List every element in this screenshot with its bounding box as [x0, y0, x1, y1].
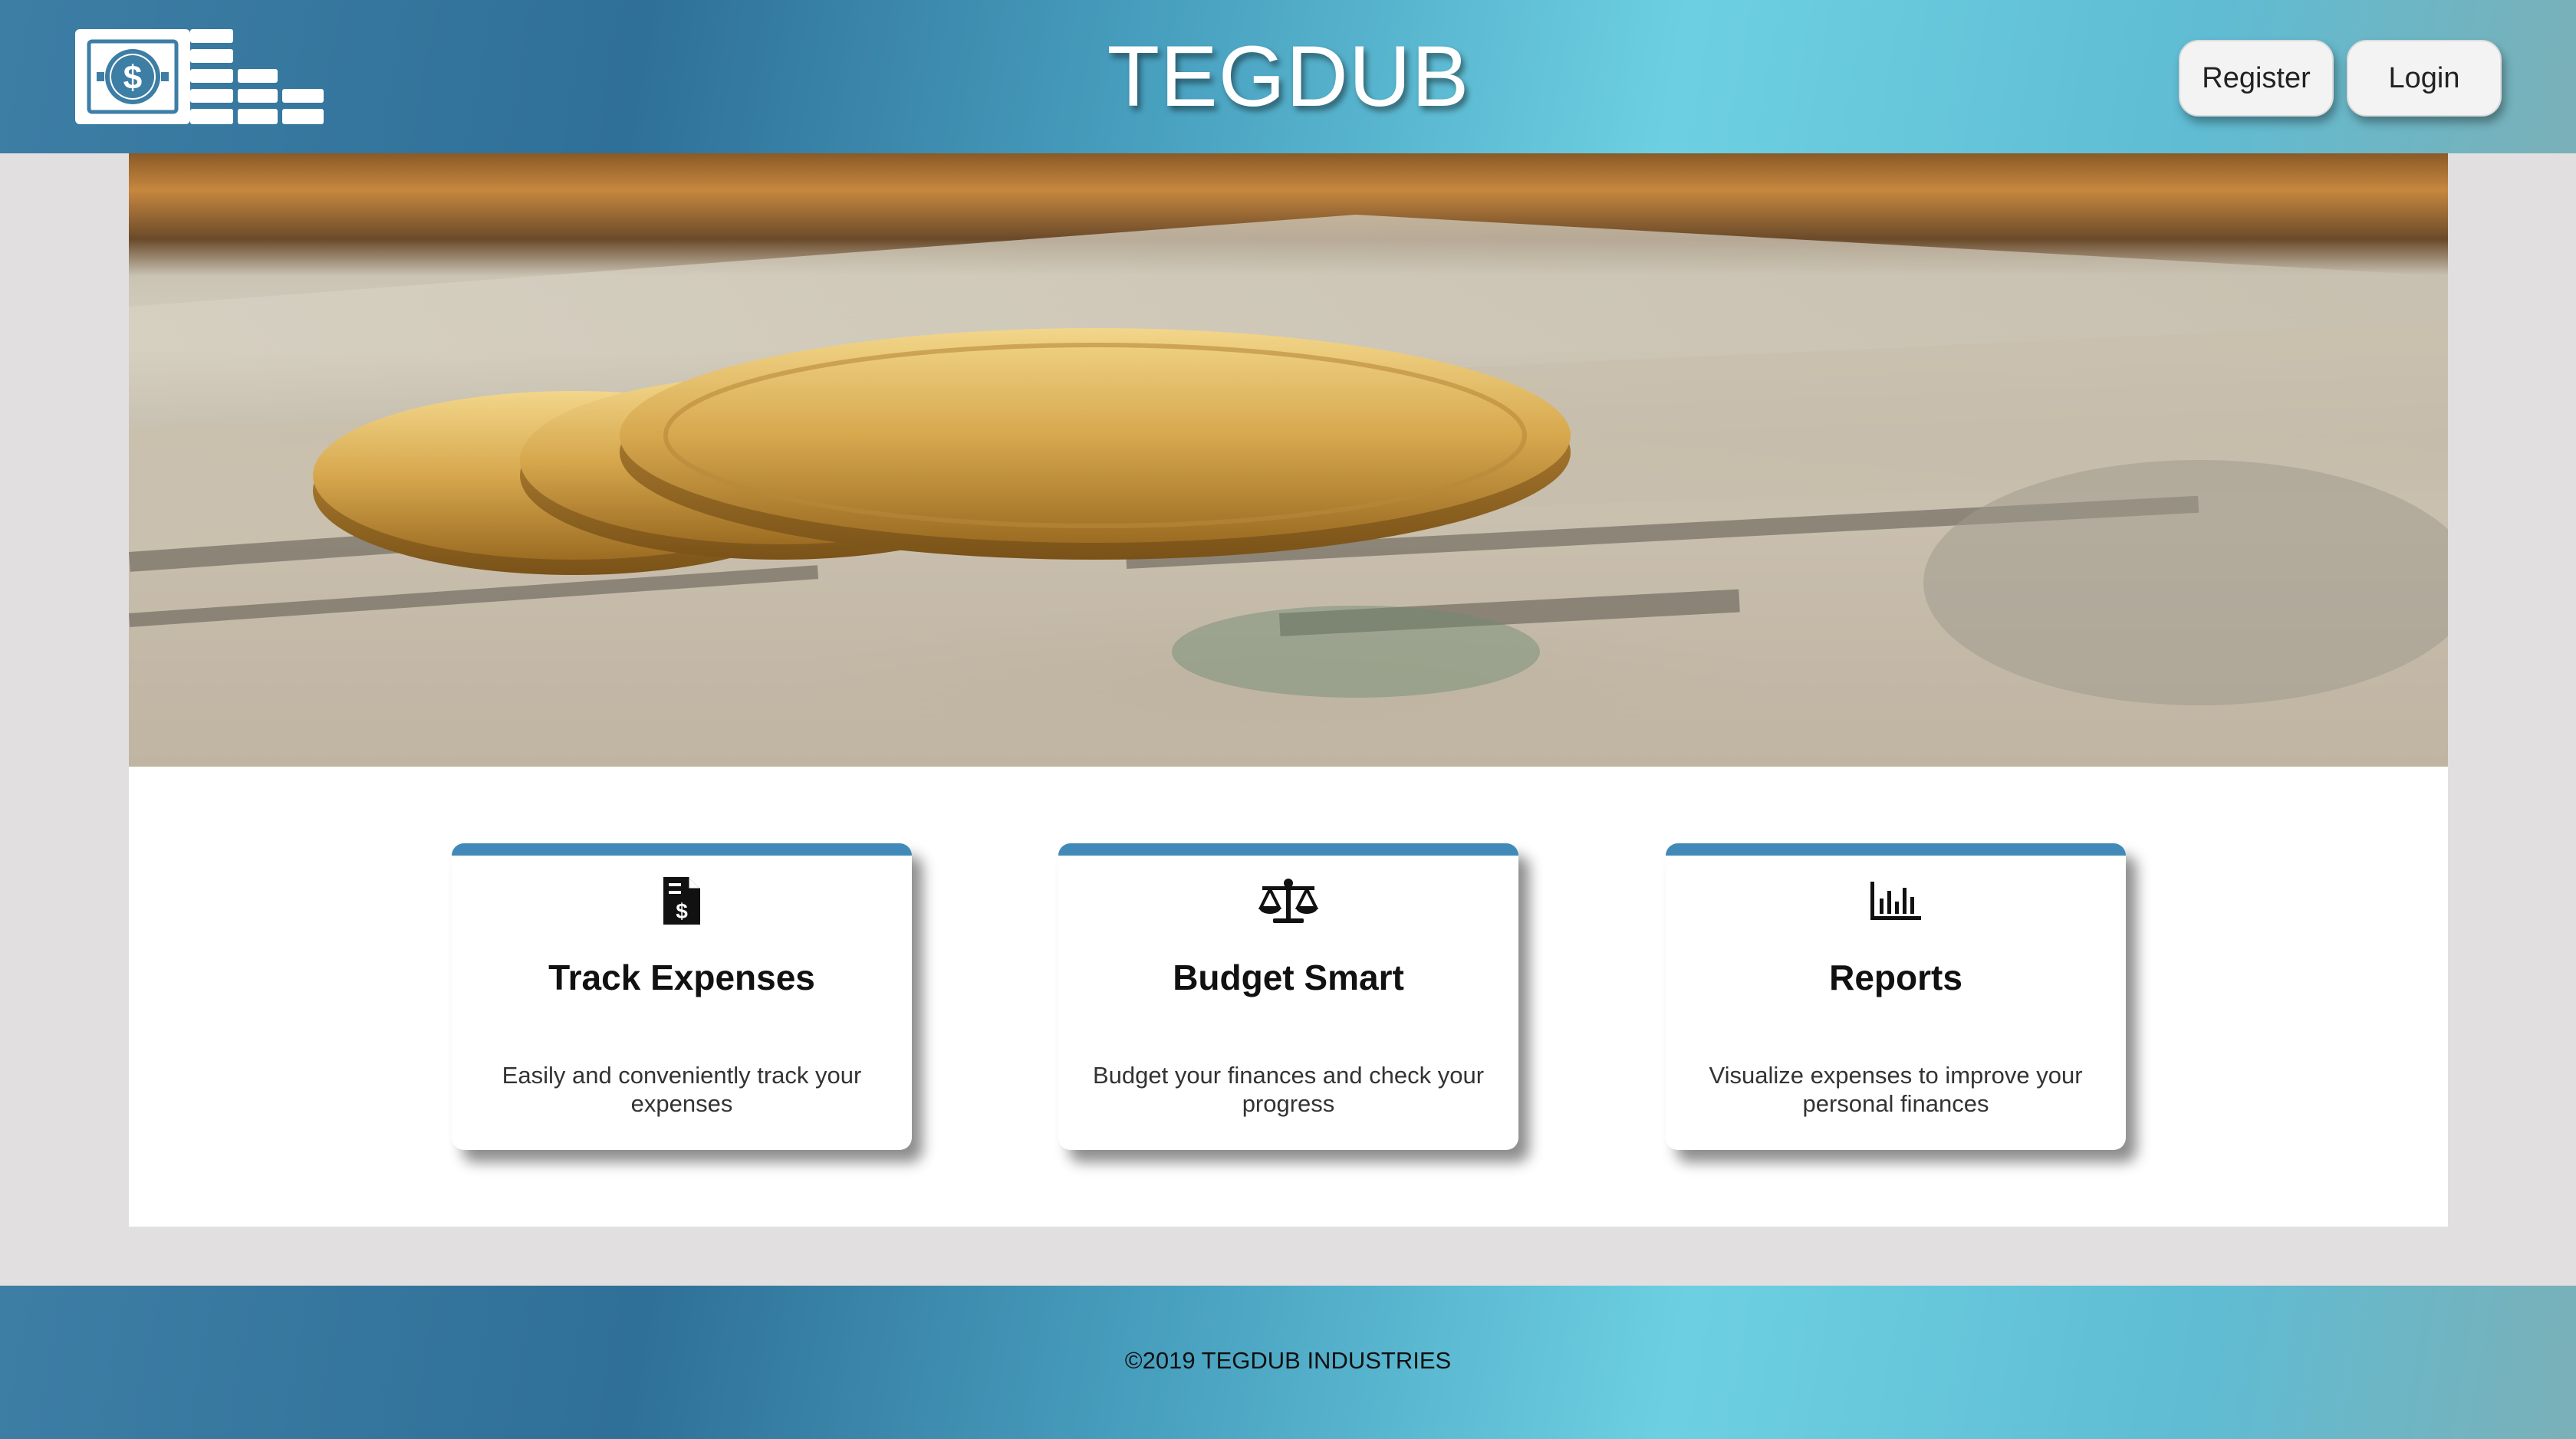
feature-description: Easily and conveniently track your expen…: [502, 1062, 862, 1117]
feature-description: Budget your finances and check your prog…: [1092, 1062, 1485, 1117]
site-header: $ TEGDUB Register Login: [0, 0, 2576, 153]
login-button[interactable]: Login: [2347, 40, 2502, 117]
feature-title: Track Expenses: [548, 958, 815, 997]
feature-description: Visualize expenses to improve your perso…: [1709, 1062, 2083, 1117]
money-stack-logo-icon[interactable]: $: [75, 29, 324, 124]
register-button[interactable]: Register: [2179, 40, 2334, 117]
svg-text:$: $: [123, 59, 142, 97]
copyright-text: ©2019 TEGDUB INDUSTRIES: [1124, 1347, 1452, 1374]
feature-card-track-expenses: $ Track Expenses Easily and conveniently…: [452, 843, 912, 1150]
svg-text:$: $: [676, 899, 688, 923]
feature-card-budget-smart: Budget Smart Budget your finances and ch…: [1058, 843, 1518, 1150]
site-footer: ©2019 TEGDUB INDUSTRIES: [0, 1286, 2576, 1439]
invoice-dollar-icon: $: [651, 874, 712, 928]
balance-scale-icon: [1258, 874, 1319, 928]
feature-card-reports: Reports Visualize expenses to improve yo…: [1666, 843, 2126, 1150]
feature-title: Budget Smart: [1173, 958, 1404, 997]
site-title: TEGDUB: [1107, 28, 1470, 124]
bar-chart-icon: [1865, 874, 1926, 928]
hero-image: [129, 153, 2448, 767]
feature-title: Reports: [1829, 958, 1962, 997]
